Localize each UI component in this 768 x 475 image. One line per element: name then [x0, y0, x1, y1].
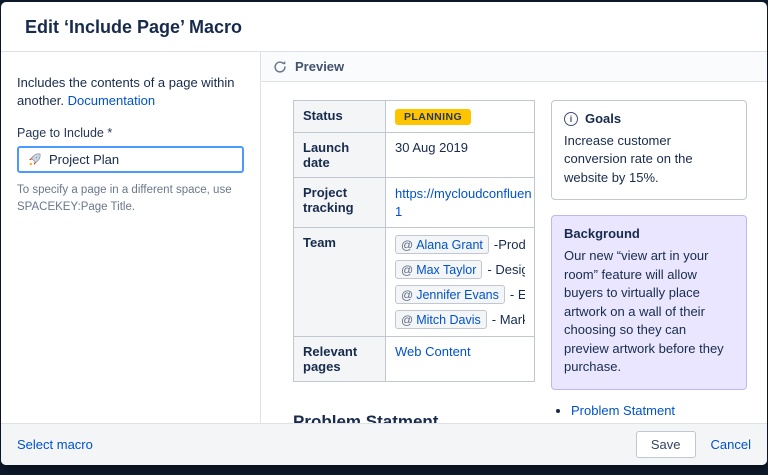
project-summary-table: Status PLANNING Launch date 30 Aug 2019 … [293, 100, 535, 383]
background-panel-body: Our new “view art in your room” feature … [564, 248, 724, 375]
table-row-team: Team @Alana Grant -Produ @Max Taylor - D… [293, 227, 535, 338]
save-button[interactable]: Save [635, 431, 696, 458]
dialog-body: Includes the contents of a page within a… [1, 52, 767, 423]
page-to-include-input[interactable] [49, 151, 234, 167]
status-badge: PLANNING [395, 109, 472, 125]
team-member-line: @Jennifer Evans - En [395, 285, 525, 305]
milestones-link[interactable]: Milestones [571, 421, 633, 423]
background-panel-title: Background [564, 226, 640, 242]
include-page-macro-dialog: Edit ‘Include Page’ Macro Includes the c… [1, 2, 767, 465]
table-row-relevant-pages: Relevant pages Web Content [293, 336, 535, 383]
team-row-label: Team [293, 227, 386, 338]
status-row-label: Status [293, 100, 386, 133]
list-item: Milestones [571, 421, 747, 423]
dialog-footer: Select macro Save Cancel [1, 423, 767, 465]
macro-description: Includes the contents of a page within a… [17, 74, 244, 111]
at-icon: @ [401, 237, 414, 252]
problem-statment-heading: Problem Statment [293, 412, 439, 423]
at-icon: @ [401, 312, 414, 327]
project-tracking-link[interactable]: https://mycloudconfluen 1 [395, 185, 532, 220]
relevant-pages-row-label: Relevant pages [293, 336, 386, 383]
related-links-list: Problem Statment Milestones Project Trac… [551, 403, 747, 423]
table-row-status: Status PLANNING [293, 100, 535, 133]
problem-statment-link[interactable]: Problem Statment [571, 403, 675, 418]
at-icon: @ [401, 262, 414, 277]
table-row-launch-date: Launch date 30 Aug 2019 [293, 132, 535, 178]
goals-panel-title: Goals [585, 111, 622, 126]
launch-date-row-label: Launch date [293, 132, 386, 178]
select-macro-link[interactable]: Select macro [17, 437, 93, 452]
preview-label: Preview [295, 59, 345, 74]
goals-panel-body: Increase customer conversion rate on the… [564, 133, 693, 185]
refresh-icon[interactable] [273, 60, 287, 74]
field-helper-text: To specify a page in a different space, … [17, 183, 232, 213]
mention-chip-jennifer-evans[interactable]: @ Jennifer Evans [395, 285, 505, 305]
cancel-link[interactable]: Cancel [711, 437, 751, 452]
mention-chip-mitch-davis[interactable]: @ Mitch Davis [395, 310, 487, 330]
launch-date-value: 30 Aug 2019 [385, 132, 535, 178]
info-icon: i [564, 111, 578, 126]
team-member-line: @ Max Taylor - Desig [395, 260, 525, 280]
team-member-line: @Alana Grant -Produ [395, 235, 525, 255]
background-panel: Background Our new “view art in your roo… [551, 215, 747, 390]
page-to-include-field[interactable] [17, 145, 244, 173]
goals-panel: i Goals Increase customer conversion rat… [551, 100, 747, 201]
mention-chip-max-taylor[interactable]: @ Max Taylor [395, 260, 483, 280]
table-row-project-tracking: Project tracking https://mycloudconfluen… [293, 176, 535, 229]
macro-settings-panel: Includes the contents of a page within a… [1, 52, 261, 423]
web-content-link[interactable]: Web Content [395, 344, 471, 359]
preview-side-column: i Goals Increase customer conversion rat… [551, 100, 747, 423]
rocket-icon [27, 152, 42, 167]
at-icon: @ [401, 287, 414, 302]
team-member-line: @Mitch Davis - Marke [395, 310, 525, 330]
page-to-include-label: Page to Include * [17, 125, 113, 140]
dialog-title: Edit ‘Include Page’ Macro [1, 2, 767, 52]
project-tracking-row-label: Project tracking [293, 176, 386, 229]
mention-chip-alana-grant[interactable]: @ Alana Grant [395, 235, 489, 255]
preview-header: Preview [261, 52, 767, 82]
preview-content: Status PLANNING Launch date 30 Aug 2019 … [261, 82, 767, 423]
list-item: Problem Statment [571, 403, 747, 418]
documentation-link[interactable]: Documentation [68, 93, 155, 108]
preview-panel: Preview Status PLANNING Launch date 30 A… [261, 52, 767, 423]
